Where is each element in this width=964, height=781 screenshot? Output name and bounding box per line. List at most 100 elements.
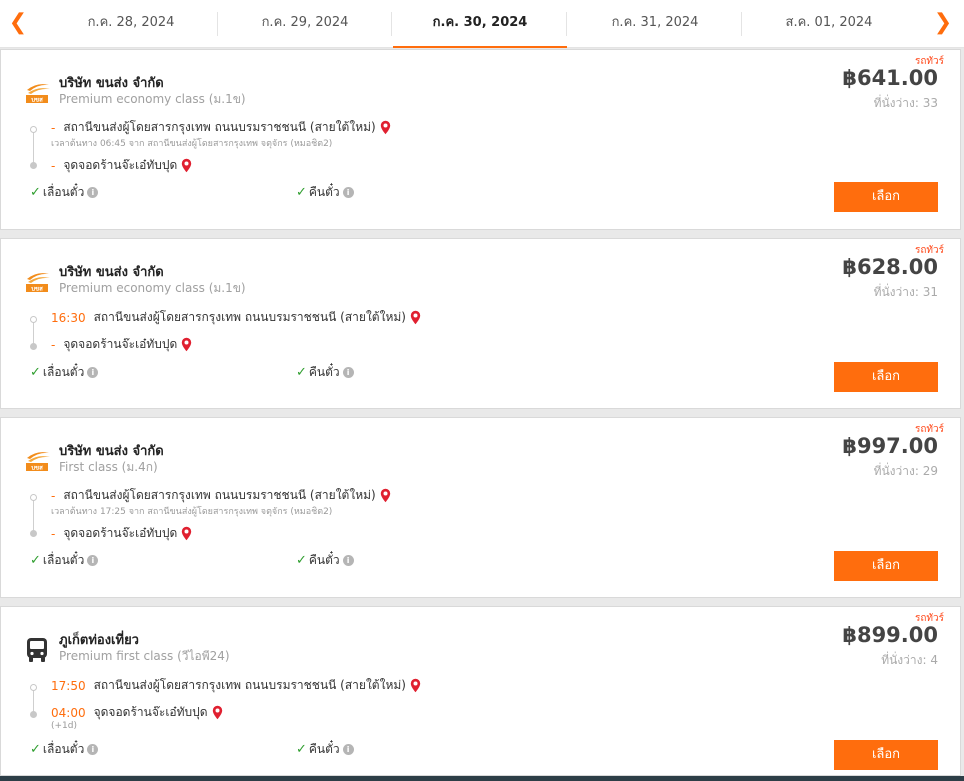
service-class: Premium economy class (ม.1ข) [59, 92, 246, 106]
route-line [33, 688, 34, 713]
arrival-dot [30, 162, 37, 169]
map-pin-icon[interactable] [410, 678, 421, 693]
info-icon[interactable]: i [342, 744, 354, 755]
map-pin-icon[interactable] [181, 337, 192, 352]
refund-policy: ✓ คืนตั๋ว i [296, 740, 354, 759]
service-class: Premium first class (วีไอพี24) [59, 649, 230, 663]
refund-label: คืนตั๋ว [308, 553, 340, 567]
next-day-indicator: (+1d) [51, 721, 78, 731]
seats-available: ที่นั่งว่าง: 33 [873, 96, 938, 110]
chevron-left-icon[interactable]: ❮ [6, 10, 30, 36]
arrival-station: จุดจอดร้านจ๊ะเอ๋ทับปุด [63, 337, 178, 351]
check-icon: ✓ [30, 553, 41, 568]
reschedule-label: เลื่อนตั๋ว [42, 742, 85, 756]
check-icon: ✓ [30, 185, 41, 200]
trip-card: รถทัวร์ บขส บริษัท ขนส่ง จำกัด Premium e… [0, 49, 961, 230]
origin-time-note: เวลาต้นทาง 06:45 จาก สถานีขนส่งผู้โดยสาร… [51, 139, 333, 149]
bkc-logo-icon: บขส [26, 452, 50, 472]
date-tab[interactable]: ก.ค. 31, 2024 [568, 0, 742, 48]
map-pin-icon[interactable] [410, 310, 421, 325]
info-icon[interactable]: i [87, 744, 99, 755]
departure-dot [30, 494, 37, 501]
info-icon[interactable]: i [342, 187, 354, 198]
origin-time-note: เวลาต้นทาง 17:25 จาก สถานีขนส่งผู้โดยสาร… [51, 507, 333, 517]
departure-station: สถานีขนส่งผู้โดยสารกรุงเทพ ถนนบรมราชชนนี… [63, 488, 376, 502]
date-navigation: ❮ ก.ค. 28, 2024 ก.ค. 29, 2024 ก.ค. 30, 2… [0, 0, 964, 48]
arrival-stop: - จุดจอดร้านจ๊ะเอ๋ทับปุด [51, 335, 192, 354]
svg-text:บขส: บขส [31, 286, 43, 293]
footer-strip [0, 776, 964, 781]
departure-time: 16:30 [51, 310, 86, 325]
departure-station: สถานีขนส่งผู้โดยสารกรุงเทพ ถนนบรมราชชนนี… [63, 120, 376, 134]
arrival-station: จุดจอดร้านจ๊ะเอ๋ทับปุด [93, 705, 208, 719]
date-tab-active[interactable]: ก.ค. 30, 2024 [393, 0, 567, 48]
seats-available: ที่นั่งว่าง: 31 [873, 285, 938, 299]
ticket-price: ฿997.00 [842, 434, 938, 458]
departure-dot [30, 684, 37, 691]
check-icon: ✓ [296, 365, 307, 380]
info-icon[interactable]: i [87, 187, 99, 198]
trip-card: รถทัวร์ บขส บริษัท ขนส่ง จำกัด Premium e… [0, 238, 961, 409]
seats-available: ที่นั่งว่าง: 4 [881, 653, 938, 667]
service-class: Premium economy class (ม.1ข) [59, 281, 246, 295]
map-pin-icon[interactable] [380, 488, 391, 503]
check-icon: ✓ [296, 185, 307, 200]
info-icon[interactable]: i [87, 555, 99, 566]
departure-time: 17:50 [51, 678, 86, 693]
refund-label: คืนตั๋ว [308, 365, 340, 379]
date-tab[interactable]: ส.ค. 01, 2024 [742, 0, 916, 48]
reschedule-policy: ✓ เลื่อนตั๋ว i [30, 551, 99, 570]
info-icon[interactable]: i [342, 367, 354, 378]
chevron-right-icon[interactable]: ❯ [931, 10, 955, 36]
select-button[interactable]: เลือก [834, 740, 938, 770]
ticket-price: ฿899.00 [842, 623, 938, 647]
arrival-stop: 04:00 จุดจอดร้านจ๊ะเอ๋ทับปุด [51, 703, 223, 722]
arrival-dot [30, 343, 37, 350]
reschedule-policy: ✓ เลื่อนตั๋ว i [30, 740, 99, 759]
select-button[interactable]: เลือก [834, 362, 938, 392]
arrival-station: จุดจอดร้านจ๊ะเอ๋ทับปุด [63, 158, 178, 172]
arrival-dot [30, 711, 37, 718]
bkc-logo-icon: บขส [26, 273, 50, 293]
date-tab[interactable]: ก.ค. 29, 2024 [218, 0, 392, 48]
departure-station: สถานีขนส่งผู้โดยสารกรุงเทพ ถนนบรมราชชนนี… [93, 310, 406, 324]
info-icon[interactable]: i [87, 367, 99, 378]
seats-available: ที่นั่งว่าง: 29 [873, 464, 938, 478]
departure-stop: 17:50 สถานีขนส่งผู้โดยสารกรุงเทพ ถนนบรมร… [51, 676, 421, 695]
departure-time: - [51, 488, 56, 503]
refund-label: คืนตั๋ว [308, 185, 340, 199]
map-pin-icon[interactable] [181, 526, 192, 541]
departure-stop: - สถานีขนส่งผู้โดยสารกรุงเทพ ถนนบรมราชชน… [51, 486, 391, 505]
departure-stop: 16:30 สถานีขนส่งผู้โดยสารกรุงเทพ ถนนบรมร… [51, 308, 421, 327]
check-icon: ✓ [30, 742, 41, 757]
arrival-time: - [51, 158, 56, 173]
service-class: First class (ม.4ก) [59, 460, 158, 474]
arrival-dot [30, 530, 37, 537]
select-button[interactable]: เลือก [834, 182, 938, 212]
trip-card: รถทัวร์ ภูเก็ตท่องเที่ยว Premium first c… [0, 606, 961, 776]
arrival-stop: - จุดจอดร้านจ๊ะเอ๋ทับปุด [51, 156, 192, 175]
route-line [33, 498, 34, 531]
trip-card: รถทัวร์ บขส บริษัท ขนส่ง จำกัด First cla… [0, 417, 961, 598]
ticket-price: ฿641.00 [842, 66, 938, 90]
reschedule-label: เลื่อนตั๋ว [42, 185, 85, 199]
map-pin-icon[interactable] [380, 120, 391, 135]
ticket-price: ฿628.00 [842, 255, 938, 279]
bus-icon [27, 638, 47, 662]
date-tab[interactable]: ก.ค. 28, 2024 [44, 0, 218, 48]
map-pin-icon[interactable] [212, 705, 223, 720]
info-icon[interactable]: i [342, 555, 354, 566]
map-pin-icon[interactable] [181, 158, 192, 173]
reschedule-policy: ✓ เลื่อนตั๋ว i [30, 363, 99, 382]
bkc-logo-icon: บขส [26, 84, 50, 104]
departure-stop: - สถานีขนส่งผู้โดยสารกรุงเทพ ถนนบรมราชชน… [51, 118, 391, 137]
departure-dot [30, 316, 37, 323]
arrival-stop: - จุดจอดร้านจ๊ะเอ๋ทับปุด [51, 524, 192, 543]
refund-label: คืนตั๋ว [308, 742, 340, 756]
refund-policy: ✓ คืนตั๋ว i [296, 551, 354, 570]
select-button[interactable]: เลือก [834, 551, 938, 581]
route-line [33, 130, 34, 163]
departure-time: - [51, 120, 56, 135]
reschedule-policy: ✓ เลื่อนตั๋ว i [30, 183, 99, 202]
reschedule-label: เลื่อนตั๋ว [42, 553, 85, 567]
